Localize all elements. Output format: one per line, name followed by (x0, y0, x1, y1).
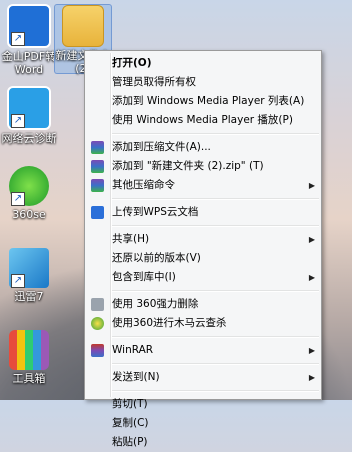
desktop-icon-network-diagnose[interactable]: ↗ 网络云诊断 (1, 86, 57, 145)
desktop-icon-label: 360se (12, 208, 46, 221)
menu-item-label: 上传到WPS云文档 (112, 206, 199, 218)
menu-item-paste[interactable]: 粘贴(P) (85, 433, 321, 452)
menu-item-label: WinRAR (112, 344, 154, 356)
toolbox-grid-icon (9, 330, 49, 370)
desktop-icon-label: 迅雷7 (14, 290, 44, 303)
shortcut-arrow-icon: ↗ (11, 114, 25, 128)
menu-item-label: 复制(C) (112, 417, 149, 429)
winrar-archive-icon (91, 141, 104, 154)
menu-item-label: 共享(H) (112, 233, 150, 245)
menu-separator (111, 290, 319, 292)
desktop-icon-xunlei7[interactable]: ↗ 迅雷7 (1, 248, 57, 303)
menu-item-other-compress[interactable]: 其他压缩命令 ▶ (85, 176, 321, 195)
cloud-icon: ↗ (7, 86, 51, 130)
menu-item-label: 使用 Windows Media Player 播放(P) (112, 114, 293, 126)
menu-item-restore-previous[interactable]: 还原以前的版本(V) (85, 249, 321, 268)
context-menu: 打开(O) 管理员取得所有权 添加到 Windows Media Player … (84, 50, 322, 448)
menu-item-label: 其他压缩命令 (112, 179, 175, 191)
desktop-icon-toolbox[interactable]: 工具箱 (1, 330, 57, 385)
menu-separator (111, 225, 319, 227)
menu-item-winrar[interactable]: WinRAR ▶ (85, 341, 321, 360)
menu-item-label: 使用 360强力删除 (112, 298, 199, 310)
menu-separator (111, 336, 319, 338)
submenu-arrow-icon: ▶ (308, 181, 315, 190)
submenu-arrow-icon: ▶ (308, 273, 315, 282)
menu-item-360-force-delete[interactable]: 使用 360强力删除 (85, 295, 321, 314)
menu-item-label: 添加到 "新建文件夹 (2).zip" (T) (112, 160, 264, 172)
menu-item-play-with-wmp[interactable]: 使用 Windows Media Player 播放(P) (85, 111, 321, 130)
menu-item-add-to-wmp-list[interactable]: 添加到 Windows Media Player 列表(A) (85, 92, 321, 111)
menu-item-label: 包含到库中(I) (112, 271, 176, 283)
desktop-icon-360se[interactable]: ↗ 360se (1, 166, 57, 221)
shortcut-arrow-icon: ↗ (11, 192, 25, 206)
xunlei-bird-icon: ↗ (9, 248, 49, 288)
menu-item-include-in-library[interactable]: 包含到库中(I) ▶ (85, 268, 321, 287)
menu-item-label: 还原以前的版本(V) (112, 252, 201, 264)
winrar-archive-icon (91, 160, 104, 173)
menu-separator (111, 363, 319, 365)
desktop-icon-label: 网络云诊断 (1, 132, 57, 145)
menu-item-open[interactable]: 打开(O) (85, 54, 321, 73)
menu-item-add-to-zip[interactable]: 添加到 "新建文件夹 (2).zip" (T) (85, 157, 321, 176)
submenu-arrow-icon: ▶ (308, 373, 315, 382)
menu-item-360-trojan-scan[interactable]: 使用360进行木马云查杀 (85, 314, 321, 333)
menu-item-upload-wps[interactable]: 上传到WPS云文档 (85, 203, 321, 222)
menu-separator (111, 198, 319, 200)
desktop-icon-kingsoft-pdf[interactable]: ↗ 金山PDF转 Word (1, 4, 57, 76)
shortcut-arrow-icon: ↗ (11, 274, 25, 288)
360se-icon: ↗ (9, 166, 49, 206)
winrar-icon (91, 344, 104, 357)
desktop-icon-label: 金山PDF转 Word (1, 50, 57, 76)
menu-separator (111, 390, 319, 392)
menu-item-label: 粘贴(P) (112, 436, 148, 448)
menu-item-add-to-archive[interactable]: 添加到压缩文件(A)... (85, 138, 321, 157)
submenu-arrow-icon: ▶ (308, 235, 315, 244)
menu-item-label: 添加到 Windows Media Player 列表(A) (112, 95, 305, 107)
menu-item-label: 添加到压缩文件(A)... (112, 141, 211, 153)
menu-item-label: 发送到(N) (112, 371, 160, 383)
menu-item-cut[interactable]: 剪切(T) (85, 395, 321, 414)
menu-item-label: 管理员取得所有权 (112, 76, 196, 88)
folder-icon (62, 5, 104, 47)
pdf-app-icon: ↗ (7, 4, 51, 48)
wps-cloud-icon (91, 206, 104, 219)
menu-item-send-to[interactable]: 发送到(N) ▶ (85, 368, 321, 387)
menu-item-copy[interactable]: 复制(C) (85, 414, 321, 433)
desktop-icon-label: 工具箱 (12, 372, 46, 385)
menu-item-label: 使用360进行木马云查杀 (112, 317, 227, 329)
winrar-archive-icon (91, 179, 104, 192)
submenu-arrow-icon: ▶ (308, 346, 315, 355)
360-shield-icon (91, 317, 104, 330)
menu-item-take-ownership[interactable]: 管理员取得所有权 (85, 73, 321, 92)
shredder-icon (91, 298, 104, 311)
shortcut-arrow-icon: ↗ (11, 32, 25, 46)
menu-item-label: 打开(O) (112, 57, 152, 69)
menu-item-share[interactable]: 共享(H) ▶ (85, 230, 321, 249)
menu-separator (111, 133, 319, 135)
